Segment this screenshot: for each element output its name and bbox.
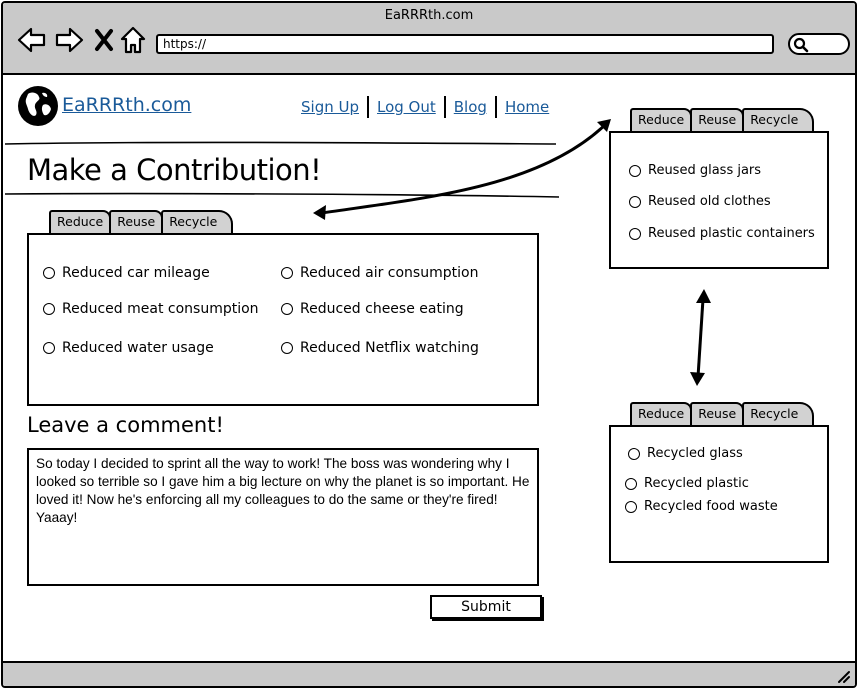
option-label: Reused old clothes	[648, 194, 771, 209]
option-reduced-cheese-eating[interactable]: Reduced cheese eating	[281, 301, 464, 317]
title-bottom-rule	[4, 192, 560, 198]
comment-heading: Leave a comment!	[27, 413, 224, 437]
option-label: Reduced water usage	[62, 340, 214, 356]
reduce-options-panel: Reduced car mileage Reduced air consumpt…	[27, 233, 539, 406]
nav-home-link[interactable]: Home	[494, 96, 557, 118]
tab-reuse[interactable]: Reuse	[690, 402, 745, 426]
browser-search-field[interactable]	[788, 33, 850, 55]
option-label: Recycled food waste	[644, 499, 778, 514]
nav-sign-up-link[interactable]: Sign Up	[299, 96, 367, 118]
search-icon	[793, 37, 809, 53]
site-logo-link[interactable]: EaRRRth.com	[62, 94, 191, 116]
tab-reduce[interactable]: Reduce	[630, 402, 693, 426]
tab-reduce[interactable]: Reduce	[49, 210, 112, 234]
title-top-rule	[4, 141, 557, 145]
browser-window: EaRRRth.com https:// EaRRRth.com Sign Up…	[1, 1, 857, 688]
back-arrow-icon[interactable]	[17, 25, 47, 55]
main-tabs: Reduce Reuse Recycle	[49, 210, 234, 234]
option-label: Reduced Netflix watching	[300, 340, 479, 356]
option-reduced-meat-consumption[interactable]: Reduced meat consumption	[43, 301, 259, 317]
option-reused-glass-jars[interactable]: Reused glass jars	[629, 163, 761, 178]
close-x-icon[interactable]	[90, 25, 120, 55]
radio-button[interactable]	[625, 477, 637, 490]
recycle-state-tabs: Reduce Reuse Recycle	[630, 402, 815, 426]
radio-button[interactable]	[43, 303, 55, 315]
state-link-arrow	[696, 298, 705, 378]
option-label: Recycled plastic	[644, 476, 749, 491]
recycle-options-panel: Recycled glass Recycled plastic Recycled…	[609, 425, 829, 563]
option-reused-old-clothes[interactable]: Reused old clothes	[629, 194, 771, 209]
globe-logo-icon	[18, 86, 58, 126]
option-label: Reused glass jars	[648, 163, 762, 178]
address-bar[interactable]: https://	[156, 34, 774, 54]
option-label: Reduced cheese eating	[300, 301, 464, 317]
status-bar	[3, 661, 855, 686]
radio-button[interactable]	[629, 227, 641, 240]
radio-button[interactable]	[628, 447, 640, 460]
radio-button[interactable]	[625, 500, 637, 513]
home-icon[interactable]	[118, 25, 148, 55]
arrowhead-down-icon	[690, 372, 705, 386]
arrowhead-left-icon	[313, 205, 326, 220]
comment-textarea[interactable]: So today I decided to sprint all the way…	[27, 448, 539, 586]
option-recycled-plastic[interactable]: Recycled plastic	[625, 476, 749, 491]
page-title: Make a Contribution!	[27, 153, 322, 187]
radio-button[interactable]	[281, 303, 293, 315]
tab-recycle[interactable]: Recycle	[161, 210, 234, 234]
radio-button[interactable]	[281, 267, 293, 279]
radio-button[interactable]	[43, 342, 55, 354]
nav-log-out-link[interactable]: Log Out	[367, 96, 444, 118]
option-recycled-food-waste[interactable]: Recycled food waste	[625, 499, 778, 514]
top-nav: Sign Up Log Out Blog Home	[299, 96, 557, 118]
browser-toolbar: EaRRRth.com https://	[3, 3, 855, 75]
tab-recycle[interactable]: Recycle	[742, 108, 815, 132]
nav-blog-link[interactable]: Blog	[443, 96, 495, 118]
submit-button[interactable]: Submit	[430, 595, 542, 619]
option-reduced-car-mileage[interactable]: Reduced car mileage	[43, 265, 210, 281]
option-label: Recycled glass	[647, 446, 743, 461]
tab-link-arrow	[321, 119, 611, 215]
option-label: Reduced air consumption	[300, 265, 479, 281]
resize-grip-icon[interactable]	[835, 668, 851, 684]
reuse-state-tabs: Reduce Reuse Recycle	[630, 108, 815, 132]
option-reduced-air-consumption[interactable]: Reduced air consumption	[281, 265, 478, 281]
option-label: Reduced car mileage	[62, 265, 210, 281]
tab-reuse[interactable]: Reuse	[690, 108, 745, 132]
option-reduced-water-usage[interactable]: Reduced water usage	[43, 340, 214, 356]
radio-button[interactable]	[629, 195, 641, 208]
radio-button[interactable]	[281, 342, 293, 354]
option-label: Reused plastic containers	[648, 226, 815, 241]
reuse-options-panel: Reused glass jars Reused old clothes Reu…	[609, 131, 829, 269]
option-recycled-glass[interactable]: Recycled glass	[628, 446, 743, 461]
window-title: EaRRRth.com	[384, 8, 474, 23]
tab-recycle[interactable]: Recycle	[742, 402, 815, 426]
radio-button[interactable]	[43, 267, 55, 279]
radio-button[interactable]	[629, 164, 641, 177]
option-reused-plastic-containers[interactable]: Reused plastic containers	[629, 226, 815, 241]
forward-arrow-icon[interactable]	[54, 25, 84, 55]
option-label: Reduced meat consumption	[62, 301, 259, 317]
tab-reuse[interactable]: Reuse	[109, 210, 164, 234]
arrowhead-up-icon	[696, 289, 711, 303]
option-reduced-netflix-watching[interactable]: Reduced Netflix watching	[281, 340, 479, 356]
tab-reduce[interactable]: Reduce	[630, 108, 693, 132]
